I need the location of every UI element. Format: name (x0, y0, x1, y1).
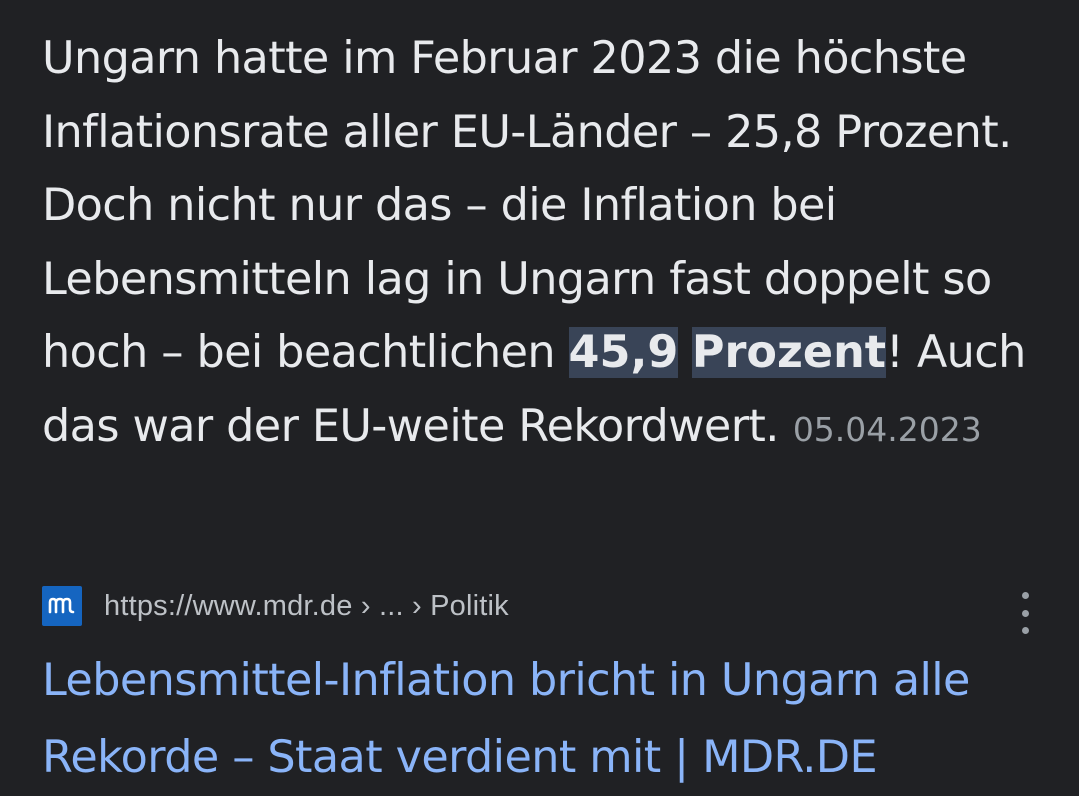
menu-dot (1021, 592, 1029, 599)
result-source[interactable]: https://www.mdr.de › ... › Politik (42, 584, 1042, 628)
more-vert-icon[interactable] (1015, 592, 1035, 634)
menu-dot (1021, 627, 1029, 634)
menu-dot (1021, 609, 1029, 617)
result-title-link[interactable]: Lebensmittel-Inflation bricht in Ungarn … (42, 642, 1062, 796)
featured-snippet: Ungarn hatte im Februar 2023 die höchste… (42, 22, 1052, 466)
result-url[interactable]: https://www.mdr.de › ... › Politik (104, 590, 509, 623)
mdr-logo-icon (42, 586, 82, 626)
snippet-highlight-number: 45,9 (568, 327, 679, 378)
snippet-date: 05.04.2023 (792, 409, 982, 449)
snippet-highlight-unit: Prozent (691, 327, 887, 378)
